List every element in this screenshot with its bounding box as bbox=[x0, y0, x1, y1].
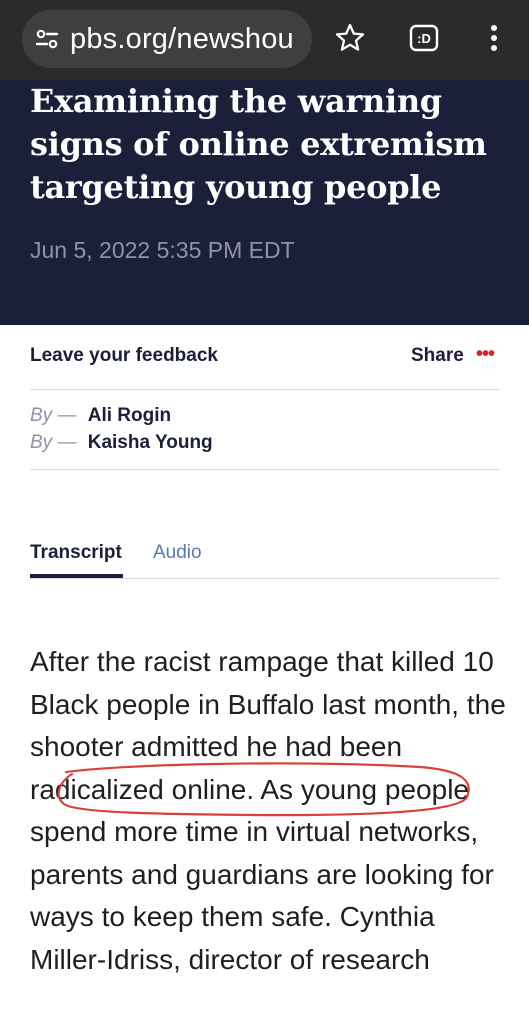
byline: By — Kaisha Young bbox=[30, 432, 213, 454]
tab-audio[interactable]: Audio bbox=[153, 542, 202, 564]
more-options-icon[interactable]: ••• bbox=[476, 343, 495, 366]
article-date: Jun 5, 2022 5:35 PM EDT bbox=[30, 237, 295, 263]
url-text[interactable]: pbs.org/newshou bbox=[70, 23, 294, 56]
browser-toolbar: pbs.org/newshou :D bbox=[0, 0, 529, 80]
author-link[interactable]: Kaisha Young bbox=[88, 432, 213, 453]
divider bbox=[30, 389, 500, 390]
tab-transcript[interactable]: Transcript bbox=[30, 542, 122, 564]
byline-prefix: By — bbox=[30, 432, 77, 453]
feedback-link[interactable]: Leave your feedback bbox=[30, 345, 218, 367]
tabs-divider bbox=[30, 578, 500, 579]
star-icon[interactable] bbox=[332, 20, 368, 56]
byline: By — Ali Rogin bbox=[30, 405, 171, 427]
divider bbox=[30, 469, 500, 470]
share-button[interactable]: Share bbox=[411, 345, 464, 367]
article-hero: Examining the warning signs of online ex… bbox=[0, 80, 529, 325]
article-title: Examining the warning signs of online ex… bbox=[30, 82, 487, 206]
tab-switcher-icon[interactable]: :D bbox=[406, 20, 442, 56]
more-vert-icon[interactable] bbox=[480, 20, 508, 56]
author-link[interactable]: Ali Rogin bbox=[88, 405, 171, 426]
address-bar[interactable]: pbs.org/newshou bbox=[22, 10, 312, 68]
transcript-text: After the racist rampage that killed 10 … bbox=[30, 641, 510, 981]
byline-prefix: By — bbox=[30, 405, 77, 426]
transcript-pre: After the racist rampage that killed 10 … bbox=[30, 646, 506, 762]
site-settings-icon[interactable] bbox=[34, 26, 60, 52]
tab-switcher-label: :D bbox=[417, 31, 431, 46]
